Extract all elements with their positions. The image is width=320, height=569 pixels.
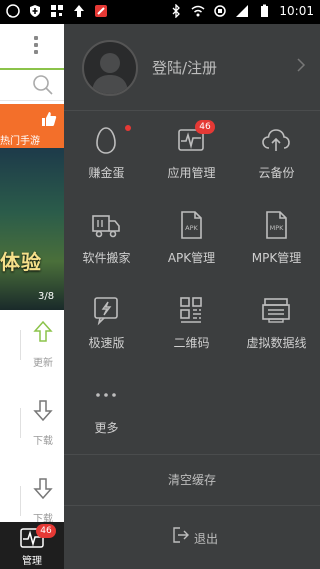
lightning-phone-icon (94, 297, 118, 326)
banner-text: 体验 (0, 250, 42, 274)
manage-tab-label: 管理 (22, 556, 42, 567)
grid-item-cloud-backup[interactable]: 云备份 (234, 120, 319, 204)
grid-item-label: 虚拟数据线 (246, 336, 307, 350)
notification-dot (125, 125, 131, 131)
more-dots-icon (96, 393, 116, 397)
grid-item-software-move[interactable]: 软件搬家 (64, 205, 149, 289)
download-button[interactable] (28, 398, 58, 422)
download-label: 下载 (33, 436, 53, 447)
default-user-icon (92, 53, 128, 94)
list-item[interactable]: 下载 (0, 388, 64, 467)
promo-hot-games[interactable]: 热门手游 (0, 104, 64, 148)
signal-icon (236, 5, 249, 17)
grid-item-label: 极速版 (88, 336, 125, 350)
grid-item-app-manage[interactable]: 46 应用管理 (149, 120, 234, 204)
grid-item-label: 云备份 (258, 166, 295, 180)
clear-cache-button[interactable]: 清空缓存 (64, 454, 320, 506)
qr-icon (51, 5, 63, 17)
wifi-icon (191, 5, 205, 17)
svg-text:MPK: MPK (270, 224, 285, 232)
thumbs-up-icon (42, 112, 57, 126)
grid-item-qr-code[interactable]: 二维码 (149, 290, 234, 374)
grid-item-label: 更多 (94, 421, 119, 435)
grid-item-label: APK管理 (167, 251, 216, 265)
overflow-menu-icon[interactable] (34, 36, 38, 57)
grid-item-mpk-manage[interactable]: MPK MPK管理 (234, 205, 319, 289)
logout-button[interactable]: 退出 (64, 514, 320, 569)
egg-icon (96, 127, 116, 154)
search-icon[interactable] (32, 74, 54, 96)
shield-icon (30, 5, 40, 17)
divider (20, 330, 21, 360)
printer-icon (262, 298, 290, 323)
grid-item-label: 赚金蛋 (88, 166, 125, 180)
tag-icon (95, 5, 107, 17)
login-register-row[interactable]: 登陆/注册 (64, 24, 320, 111)
grid-item-speed-version[interactable]: 极速版 (64, 290, 149, 374)
arrow-down-icon (33, 478, 53, 500)
list-item[interactable]: 更新 (0, 310, 64, 389)
grid-item-virtual-data-cable[interactable]: 虚拟数据线 (234, 290, 319, 374)
grid-item-label: 软件搬家 (82, 251, 131, 265)
app-top-bar (0, 24, 64, 70)
grid-item-label: 二维码 (173, 336, 210, 350)
download-button[interactable] (28, 476, 58, 500)
divider (20, 486, 21, 516)
avatar[interactable] (82, 40, 138, 96)
manage-badge: 46 (36, 524, 56, 538)
mpk-file-icon: MPK (266, 211, 287, 239)
battery-icon (261, 4, 269, 17)
bluetooth-icon (172, 4, 181, 18)
update-label: 更新 (33, 358, 53, 369)
divider (20, 408, 21, 438)
promo-label: 热门手游 (0, 136, 40, 147)
logout-icon (173, 527, 189, 543)
side-drawer: 登陆/注册 赚金蛋 46 应用管理 云备份 软件搬家 APK APK管理 MPK… (64, 24, 320, 569)
clock: 10:01 (279, 4, 314, 18)
banner-page-indicator: 3/8 (38, 291, 55, 302)
underlying-page: 热门手游 体验 3/8 更新 下载 下载 46 管理 (0, 24, 64, 569)
arrow-down-icon (33, 400, 53, 422)
status-bar: 10:01 (0, 0, 320, 24)
apk-file-icon: APK (181, 211, 202, 239)
chevron-right-icon (297, 58, 306, 72)
grid-item-label: MPK管理 (251, 251, 302, 265)
game-banner[interactable]: 体验 3/8 (0, 148, 64, 310)
grid-item-more[interactable]: 更多 (64, 375, 149, 459)
svg-text:APK: APK (185, 224, 198, 232)
whatsapp-icon (6, 4, 20, 18)
update-button[interactable] (28, 320, 58, 344)
grid-item-label: 应用管理 (167, 166, 216, 180)
login-register-label: 登陆/注册 (152, 59, 218, 77)
search-row[interactable] (0, 70, 64, 101)
grid-item-apk-manage[interactable]: APK APK管理 (149, 205, 234, 289)
upload-icon (74, 5, 84, 17)
app-manage-badge: 46 (195, 120, 215, 134)
grid-item-earn-gold-egg[interactable]: 赚金蛋 (64, 120, 149, 204)
logout-label: 退出 (194, 532, 219, 546)
qr-code-icon (180, 297, 202, 323)
cloud-upload-icon (262, 129, 290, 151)
bottom-tab-manage[interactable]: 46 管理 (0, 522, 64, 569)
truck-icon (92, 215, 120, 238)
sync-icon (214, 5, 227, 17)
arrow-up-icon (33, 320, 53, 342)
